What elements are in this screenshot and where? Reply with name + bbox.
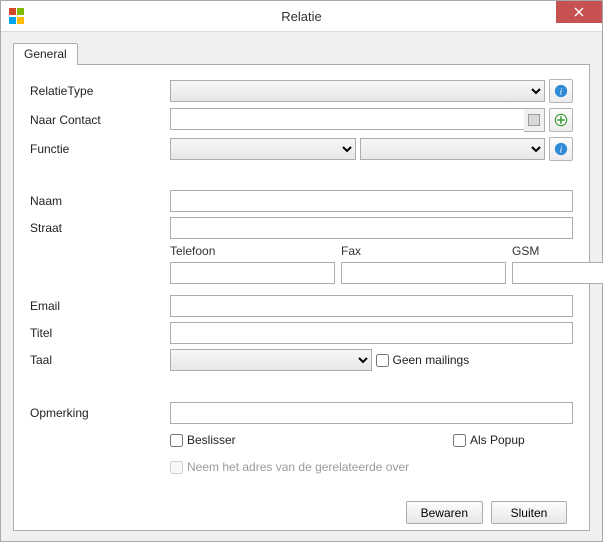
info-icon: i: [554, 84, 568, 98]
functie-info-button[interactable]: i: [549, 137, 573, 161]
close-button[interactable]: [556, 1, 602, 23]
alspopup-checkbox[interactable]: [453, 434, 466, 447]
tab-general[interactable]: General: [13, 43, 78, 65]
tab-page-general: RelatieType i Naar Contact: [13, 64, 590, 531]
telefoon-input[interactable]: [170, 262, 335, 284]
opmerking-input[interactable]: [170, 402, 573, 424]
label-opmerking: Opmerking: [30, 406, 170, 420]
info-icon: i: [554, 142, 568, 156]
label-titel: Titel: [30, 326, 170, 340]
window-title: Relatie: [1, 9, 602, 24]
relatietype-info-button[interactable]: i: [549, 79, 573, 103]
app-icon: [9, 8, 25, 24]
naarcontact-lookup-button[interactable]: [524, 108, 545, 132]
naarcontact-add-button[interactable]: [549, 108, 573, 132]
label-naam: Naam: [30, 194, 170, 208]
geenmailings-label: Geen mailings: [393, 353, 470, 367]
label-relatietype: RelatieType: [30, 84, 170, 98]
svg-text:i: i: [560, 87, 563, 98]
client-area: General RelatieType i Naar Contact: [1, 32, 602, 541]
relatietype-select[interactable]: [170, 80, 545, 102]
label-straat: Straat: [30, 221, 170, 235]
fax-input[interactable]: [341, 262, 506, 284]
titlebar: Relatie: [1, 1, 602, 32]
dialog-window: Relatie General RelatieType i Naar Cont: [0, 0, 603, 542]
neemadres-checkbox: [170, 461, 183, 474]
alspopup-checkbox-wrapper[interactable]: Als Popup: [453, 433, 573, 447]
functie1-select[interactable]: [170, 138, 356, 160]
tabstrip: General: [13, 42, 590, 64]
beslisser-checkbox[interactable]: [170, 434, 183, 447]
email-input[interactable]: [170, 295, 573, 317]
svg-text:i: i: [560, 145, 563, 156]
beslisser-label: Beslisser: [187, 433, 236, 447]
label-gsm: GSM: [512, 244, 603, 258]
close-icon: [574, 7, 584, 17]
label-taal: Taal: [30, 353, 170, 367]
label-email: Email: [30, 299, 170, 313]
naarcontact-input[interactable]: [170, 108, 524, 130]
beslisser-checkbox-wrapper[interactable]: Beslisser: [170, 433, 453, 447]
neemadres-checkbox-wrapper: Neem het adres van de gerelateerde over: [170, 460, 409, 474]
neemadres-label: Neem het adres van de gerelateerde over: [187, 460, 409, 474]
ellipsis-icon: [528, 114, 540, 126]
geenmailings-checkbox[interactable]: [376, 354, 389, 367]
label-functie: Functie: [30, 142, 170, 156]
button-bar: Bewaren Sluiten: [30, 493, 573, 524]
add-icon: [554, 113, 568, 127]
label-telefoon: Telefoon: [170, 244, 335, 258]
naarcontact-lookup: [170, 108, 545, 132]
sluiten-button[interactable]: Sluiten: [491, 501, 567, 524]
functie2-select[interactable]: [360, 138, 546, 160]
titel-input[interactable]: [170, 322, 573, 344]
label-naarcontact: Naar Contact: [30, 113, 170, 127]
bewaren-button[interactable]: Bewaren: [406, 501, 483, 524]
straat-input[interactable]: [170, 217, 573, 239]
taal-select[interactable]: [170, 349, 372, 371]
geenmailings-checkbox-wrapper[interactable]: Geen mailings: [376, 353, 470, 367]
gsm-input[interactable]: [512, 262, 603, 284]
label-fax: Fax: [341, 244, 506, 258]
alspopup-label: Als Popup: [470, 433, 525, 447]
naam-input[interactable]: [170, 190, 573, 212]
